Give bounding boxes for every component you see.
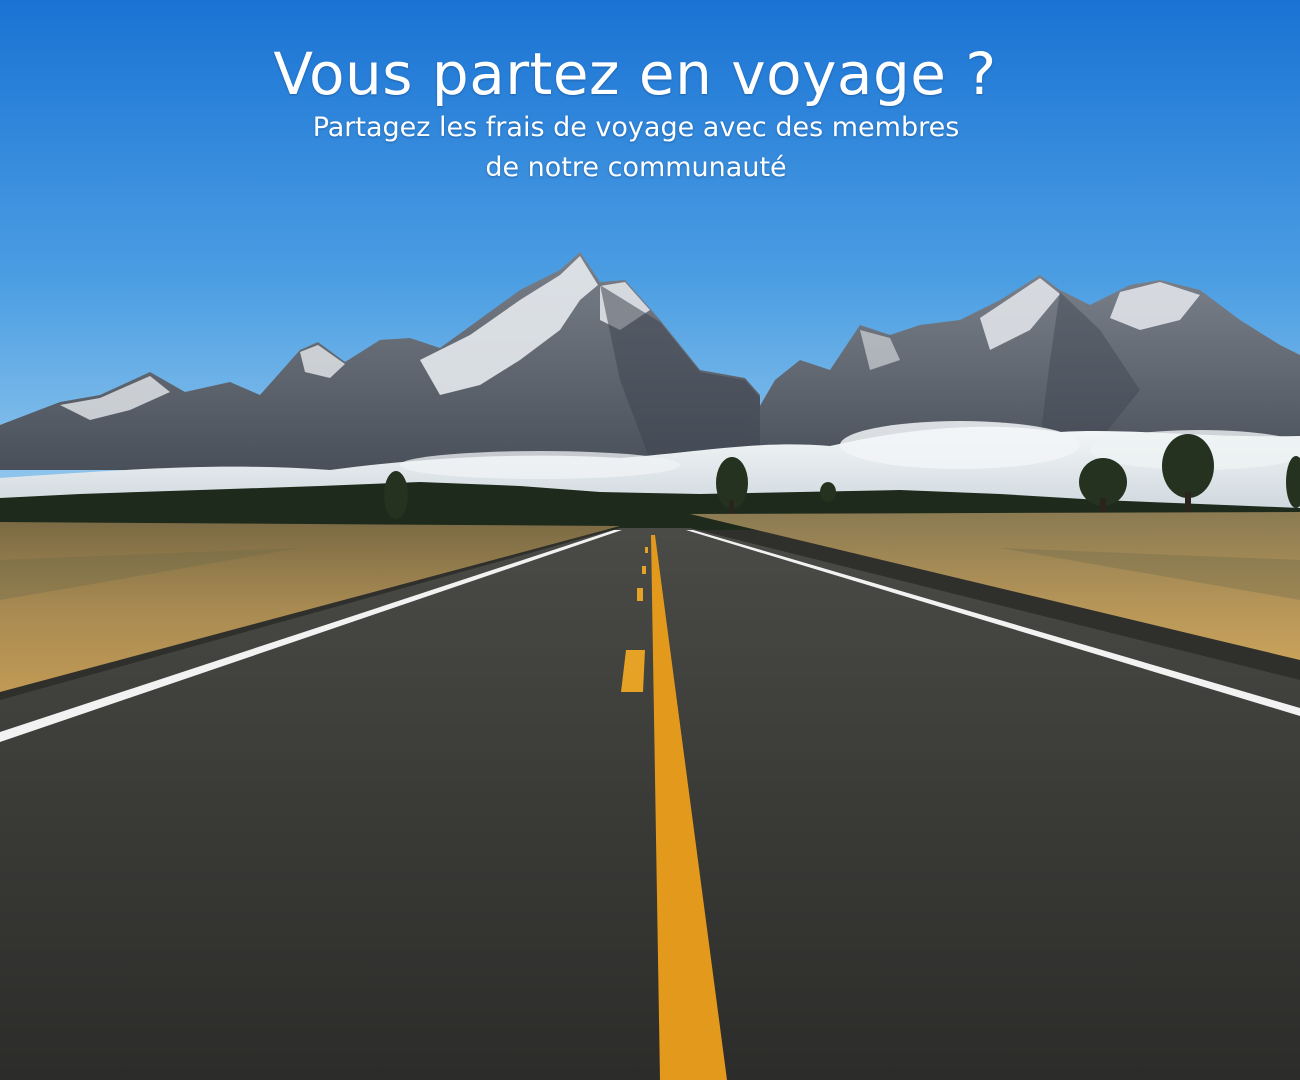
hero-title: Vous partez en voyage ? [273, 40, 997, 108]
hero-banner: Vous partez en voyage ? Partagez les fra… [0, 0, 1300, 1080]
hero-subtitle-line-1: Partagez les frais de voyage avec des me… [312, 112, 960, 143]
hero-subtitle-line-2: de notre communauté [485, 152, 787, 183]
hero-text: Vous partez en voyage ? Partagez les fra… [0, 0, 1300, 200]
